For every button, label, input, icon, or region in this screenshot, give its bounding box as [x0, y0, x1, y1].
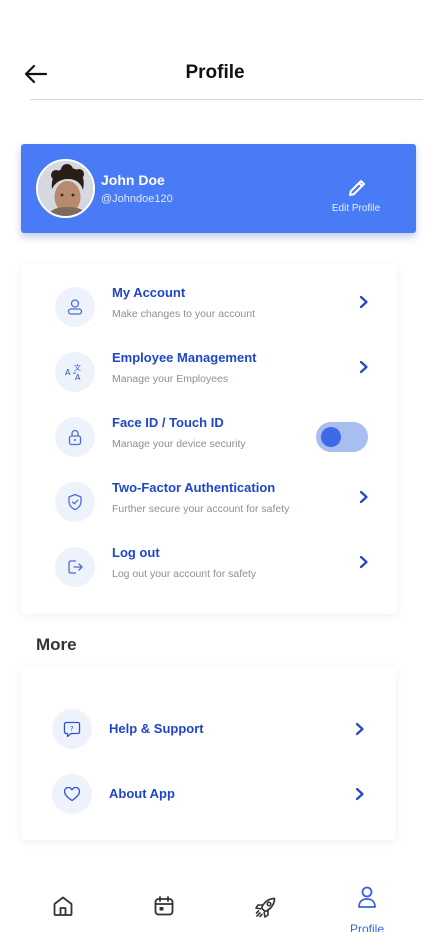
setting-icon-container: [55, 417, 95, 457]
svg-text:A: A: [65, 368, 71, 377]
setting-icon-container: [55, 547, 95, 587]
chevron-right-icon: [359, 360, 368, 374]
page-title: Profile: [185, 62, 245, 83]
more-item-about-app[interactable]: About App: [21, 772, 396, 816]
nav-profile-label: Profile: [349, 922, 384, 932]
header: Profile: [0, 50, 430, 100]
nav-rocket[interactable]: [235, 880, 295, 930]
chevron-right-icon: [359, 555, 368, 569]
setting-description: Make changes to your account: [112, 308, 256, 320]
setting-my-account[interactable]: My Account Make changes to your account: [21, 281, 397, 341]
rocket-icon: [255, 897, 276, 918]
more-heading: More: [36, 635, 77, 654]
setting-icon-container: [55, 287, 95, 327]
face-id-toggle[interactable]: [316, 422, 368, 452]
avatar[interactable]: [36, 159, 95, 218]
profile-icon: [358, 886, 376, 908]
pencil-icon: [349, 180, 365, 196]
chevron-right-icon: [359, 295, 368, 309]
setting-log-out[interactable]: Log out Log out your account for safety: [21, 541, 397, 601]
setting-title: Two-Factor Authentication: [112, 480, 276, 495]
more-icon-container: ?: [52, 709, 92, 749]
user-name: John Doe: [101, 172, 165, 188]
chevron-right-icon: [355, 722, 364, 736]
setting-two-factor[interactable]: Two-Factor Authentication Further secure…: [21, 476, 397, 536]
svg-text:A: A: [75, 373, 81, 382]
setting-description: Manage your device security: [112, 438, 246, 450]
header-divider: [30, 99, 423, 100]
setting-title: Employee Management: [112, 350, 257, 365]
home-icon: [53, 896, 73, 916]
shield-icon: [68, 493, 82, 511]
chevron-right-icon: [355, 787, 364, 801]
calendar-icon: [154, 896, 174, 916]
setting-description: Further secure your account for safety: [112, 503, 290, 515]
profile-card[interactable]: John Doe @Johndoe120 Edit Profile: [21, 144, 416, 233]
svg-text:?: ?: [70, 725, 74, 733]
nav-profile[interactable]: Profile: [337, 880, 397, 932]
nav-home[interactable]: [33, 880, 93, 930]
svg-text:文: 文: [74, 363, 81, 372]
logout-icon: [68, 560, 83, 574]
more-icon-container: [52, 774, 92, 814]
setting-title: My Account: [112, 285, 186, 300]
chevron-right-icon: [359, 490, 368, 504]
user-icon: [67, 299, 83, 315]
setting-icon-container: [55, 482, 95, 522]
edit-profile-label: Edit Profile: [331, 203, 381, 214]
edit-profile-button[interactable]: Edit Profile: [316, 177, 396, 217]
bottom-nav: Profile: [0, 870, 430, 932]
setting-title: Face ID / Touch ID: [112, 415, 224, 430]
heart-icon: [63, 786, 81, 802]
translate-icon: A 文 A: [65, 363, 81, 382]
setting-title: Log out: [112, 545, 160, 560]
setting-description: Log out your account for safety: [112, 568, 257, 580]
user-handle: @Johndoe120: [101, 193, 173, 205]
help-icon: ?: [63, 721, 81, 738]
settings-card: My Account Make changes to your account …: [21, 264, 397, 614]
setting-employee-management[interactable]: A 文 A Employee Management Manage your Em…: [21, 346, 397, 406]
setting-icon-container: A 文 A: [55, 352, 95, 392]
setting-description: Manage your Employees: [112, 373, 229, 385]
more-item-title: About App: [109, 786, 175, 801]
nav-calendar[interactable]: [134, 880, 194, 930]
setting-face-id[interactable]: Face ID / Touch ID Manage your device se…: [21, 411, 397, 471]
more-item-help-support[interactable]: ? Help & Support: [21, 707, 396, 751]
lock-icon: [68, 429, 82, 446]
more-card: ? Help & Support About App: [21, 666, 396, 840]
toggle-knob: [321, 427, 341, 447]
more-item-title: Help & Support: [109, 721, 204, 736]
